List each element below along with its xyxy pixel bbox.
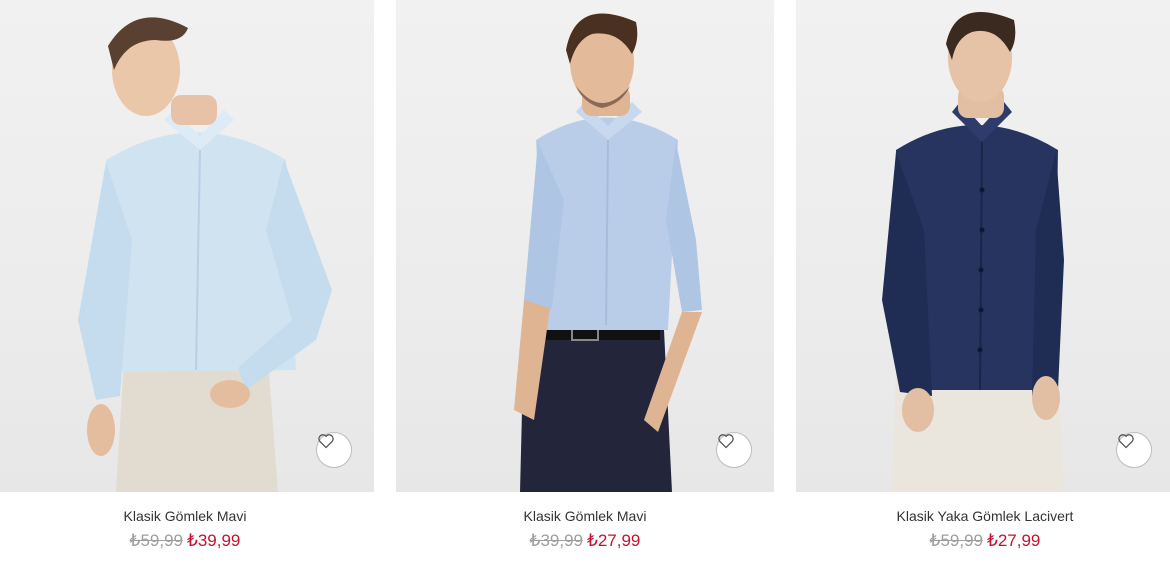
- old-price: ₺39,99: [529, 531, 583, 550]
- heart-outline-icon: [718, 434, 734, 449]
- product-image[interactable]: [0, 0, 374, 492]
- sale-price: ₺39,99: [187, 531, 241, 550]
- price-block: ₺39,99 ₺27,99: [396, 531, 774, 551]
- product-title[interactable]: Klasik Yaka Gömlek Lacivert: [796, 508, 1170, 524]
- favorite-button[interactable]: [316, 432, 352, 468]
- favorite-button[interactable]: [1116, 432, 1152, 468]
- sale-price: ₺27,99: [987, 531, 1041, 550]
- old-price: ₺59,99: [929, 531, 983, 550]
- product-title[interactable]: Klasik Gömlek Mavi: [396, 508, 774, 524]
- product-card[interactable]: Klasik Gömlek Mavi ₺59,99 ₺39,99: [0, 0, 374, 572]
- product-card[interactable]: Klasik Gömlek Mavi ₺39,99 ₺27,99: [396, 0, 774, 572]
- product-image[interactable]: [796, 0, 1170, 492]
- price-block: ₺59,99 ₺27,99: [796, 531, 1170, 551]
- old-price: ₺59,99: [129, 531, 183, 550]
- product-title[interactable]: Klasik Gömlek Mavi: [0, 508, 374, 524]
- product-image[interactable]: [396, 0, 774, 492]
- product-grid: Klasik Gömlek Mavi ₺59,99 ₺39,99 Klasik …: [0, 0, 1170, 572]
- favorite-button[interactable]: [716, 432, 752, 468]
- product-card[interactable]: Klasik Yaka Gömlek Lacivert ₺59,99 ₺27,99: [796, 0, 1170, 572]
- sale-price: ₺27,99: [587, 531, 641, 550]
- heart-outline-icon: [318, 434, 334, 449]
- heart-outline-icon: [1118, 434, 1134, 449]
- price-block: ₺59,99 ₺39,99: [0, 531, 374, 551]
